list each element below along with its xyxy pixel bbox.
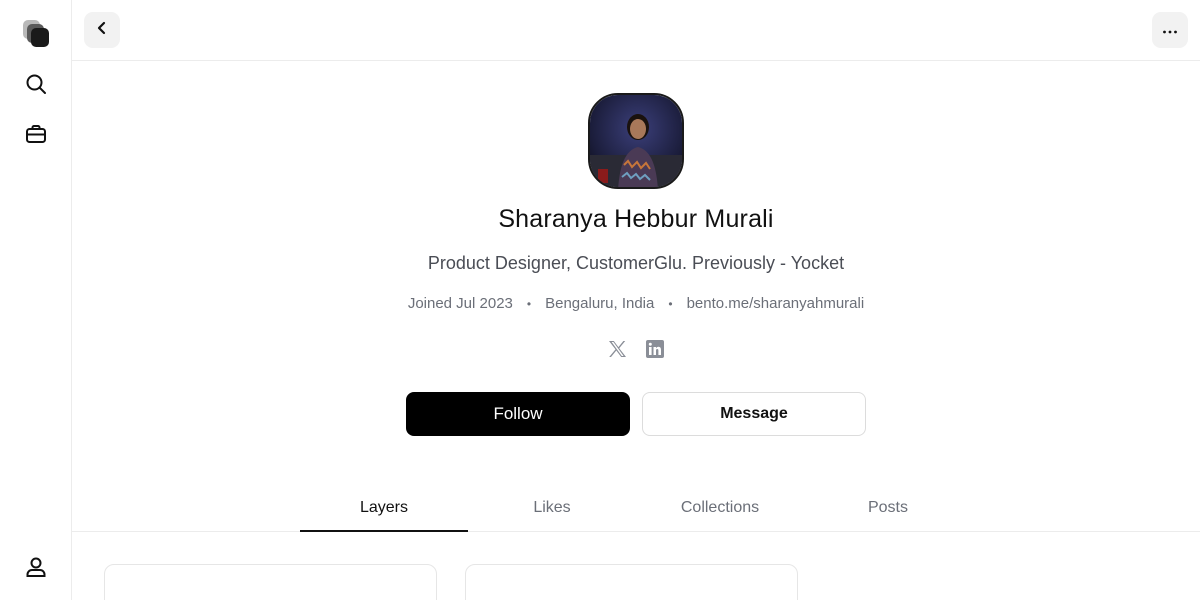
- sidebar: [0, 0, 72, 600]
- follow-button[interactable]: Follow: [406, 392, 630, 436]
- meta-separator: •: [668, 296, 673, 311]
- sidebar-item-jobs[interactable]: [16, 114, 56, 154]
- profile-meta: Joined Jul 2023 • Bengaluru, India • ben…: [72, 295, 1200, 312]
- x-icon[interactable]: [607, 339, 627, 359]
- sidebar-item-profile[interactable]: [16, 547, 56, 587]
- joined-date: Joined Jul 2023: [407, 295, 513, 312]
- profile-bio: Product Designer, CustomerGlu. Previousl…: [427, 253, 845, 273]
- meta-separator: •: [526, 296, 532, 311]
- avatar: [588, 93, 684, 189]
- briefcase-icon: [25, 123, 47, 145]
- layer-card[interactable]: [104, 564, 437, 600]
- profile-header: Sharanya Hebbur Murali Product Designer,…: [72, 61, 1200, 531]
- website-link[interactable]: bento.me/sharanyahmurali: [687, 295, 865, 312]
- top-bar: [72, 0, 1200, 61]
- tab-likes[interactable]: Likes: [468, 485, 636, 531]
- back-button[interactable]: [84, 12, 120, 48]
- search-icon: [25, 73, 47, 95]
- tab-layers[interactable]: Layers: [300, 485, 468, 532]
- social-links: [72, 339, 1200, 359]
- layer-card[interactable]: [465, 564, 798, 600]
- profile-name: Sharanya Hebbur Murali: [498, 205, 774, 233]
- user-icon: [25, 556, 47, 578]
- location: Bengaluru, India: [545, 295, 655, 312]
- message-button[interactable]: Message: [642, 392, 866, 436]
- sidebar-item-search[interactable]: [16, 64, 56, 104]
- chevron-left-icon: [94, 20, 110, 41]
- tab-collections[interactable]: Collections: [636, 485, 804, 531]
- profile-tabs: Layers Likes Collections Posts: [72, 485, 1200, 532]
- ellipsis-icon: [1162, 21, 1178, 39]
- layers-logo-icon: [21, 18, 51, 50]
- more-options-button[interactable]: [1152, 12, 1188, 48]
- app-root: Sharanya Hebbur Murali Product Designer,…: [0, 0, 1200, 600]
- tab-posts[interactable]: Posts: [804, 485, 972, 531]
- linkedin-icon[interactable]: [645, 339, 665, 359]
- layers-logo-button[interactable]: [16, 14, 56, 54]
